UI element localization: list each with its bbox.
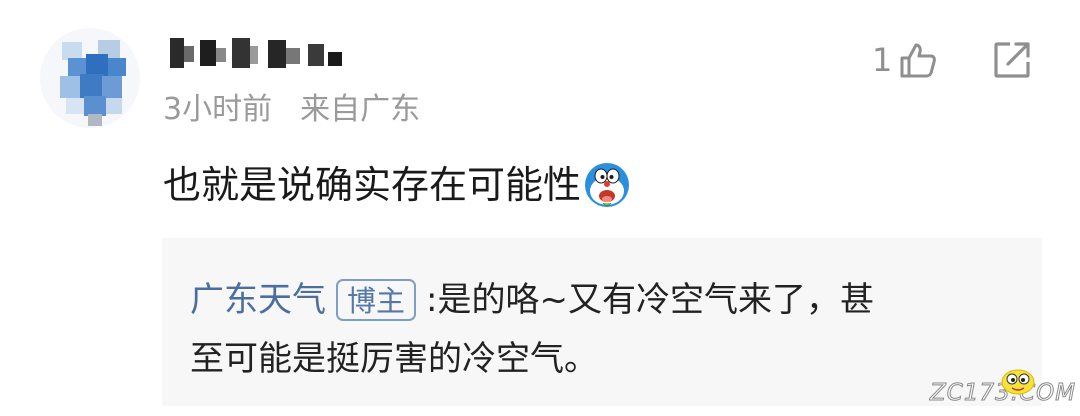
comment-text: 也就是说确实存在可能性 — [163, 160, 631, 210]
reply-colon: : — [426, 280, 438, 320]
thumbs-up-icon — [900, 43, 937, 78]
share-icon[interactable] — [992, 40, 1032, 80]
watermark: ZC173.COM — [929, 366, 1076, 410]
reply-text-line2: 至可能是挺厉害的冷空气。 — [190, 339, 598, 379]
reply-first-line: 广东天气 博主 : 是的咯~又有冷空气来了，甚 — [190, 276, 874, 324]
like-count: 1 — [872, 41, 893, 79]
comment-time: 3小时前 — [163, 92, 273, 127]
username-redacted[interactable] — [168, 36, 358, 72]
comment-meta: 3小时前 来自广东 — [163, 92, 420, 128]
watermark-logo-icon — [1001, 369, 1035, 395]
like-button[interactable]: 1 — [872, 38, 938, 82]
reply-text-line1: 是的咯~又有冷空气来了，甚 — [437, 280, 874, 320]
comment-card: 3小时前 来自广东 1 也就是说确实存在可能性 广东天气 博主: 是的咯~又有… — [0, 0, 1080, 416]
comment-location: 来自广东 — [300, 92, 421, 127]
doraemon-emoji-icon — [585, 163, 630, 207]
reply-author-link[interactable]: 广东天气 — [190, 276, 326, 324]
avatar[interactable] — [40, 28, 140, 128]
comment-body: 也就是说确实存在可能性 — [163, 163, 582, 207]
author-reply[interactable]: 广东天气 博主 : 是的咯~又有冷空气来了，甚 至可能是挺厉害的冷空气。 — [162, 238, 1042, 406]
author-badge: 博主 — [336, 279, 417, 321]
